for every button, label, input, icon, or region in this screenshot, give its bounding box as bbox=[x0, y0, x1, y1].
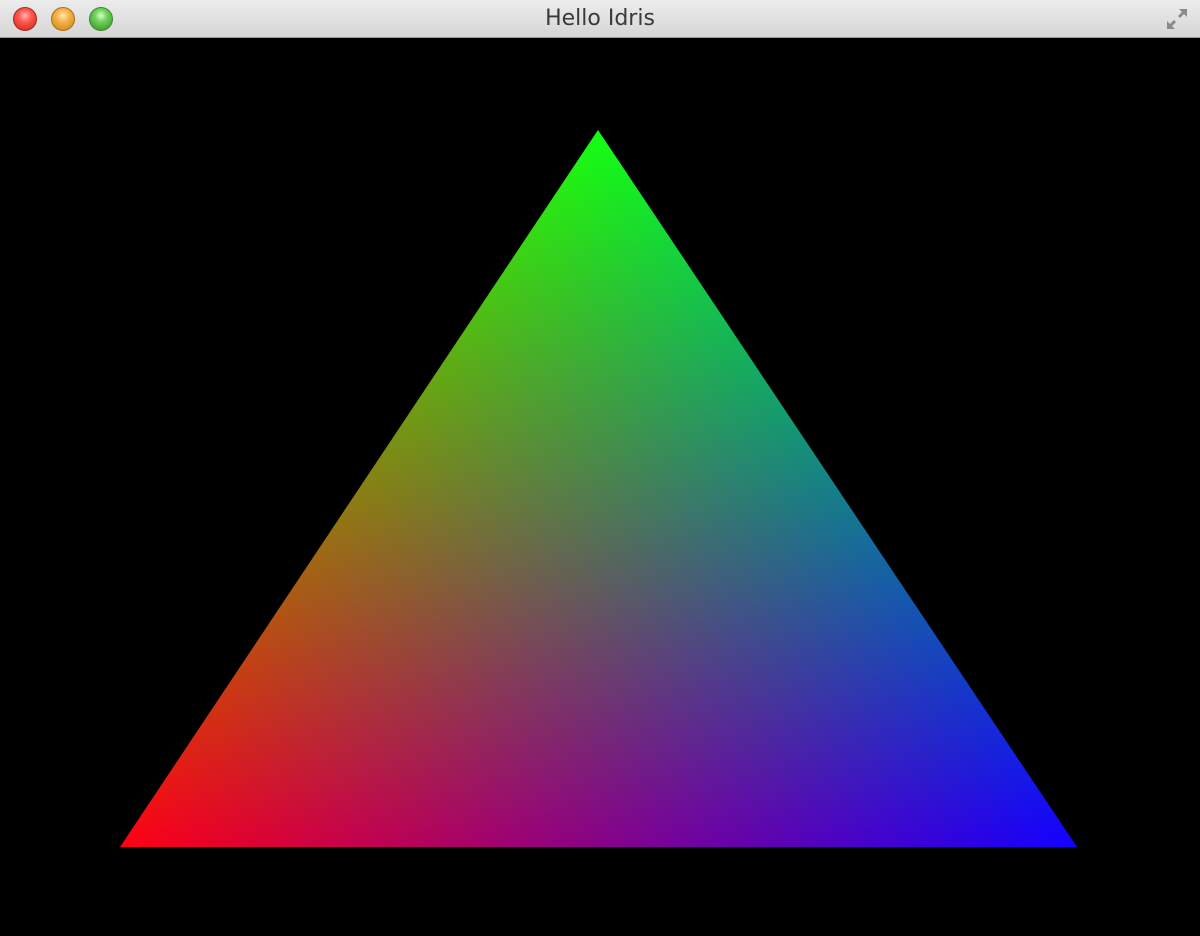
title-bar[interactable]: Hello Idris bbox=[0, 0, 1200, 38]
window-title: Hello Idris bbox=[545, 6, 655, 31]
app-window: Hello Idris bbox=[0, 0, 1200, 936]
fullscreen-icon[interactable] bbox=[1164, 6, 1190, 32]
render-canvas bbox=[0, 38, 1200, 936]
gl-viewport bbox=[0, 38, 1200, 936]
